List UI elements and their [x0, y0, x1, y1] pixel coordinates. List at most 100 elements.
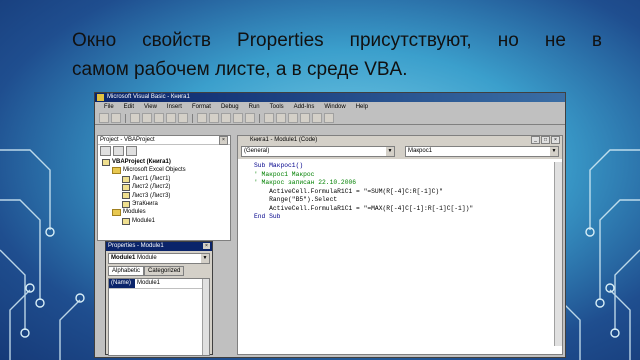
project-icon[interactable] — [276, 113, 286, 123]
excel-icon[interactable] — [99, 113, 109, 123]
tree-item[interactable]: Modules — [102, 208, 230, 217]
toolbox-icon[interactable] — [312, 113, 322, 123]
paste-icon[interactable] — [166, 113, 176, 123]
reset-icon[interactable] — [245, 113, 255, 123]
menu-item[interactable]: View — [139, 102, 162, 112]
cut-icon[interactable] — [142, 113, 152, 123]
properties-title-bar: Properties - Module1 × — [106, 242, 212, 251]
properties-object-type: Module — [137, 255, 157, 261]
design-icon[interactable] — [264, 113, 274, 123]
tree-item-label: Module1 — [132, 217, 156, 224]
properties-scrollbar[interactable] — [202, 279, 209, 355]
property-row[interactable]: (Name) Module1 — [109, 279, 209, 289]
project-title: Project - VBAProject — [100, 137, 155, 143]
toolbar-separator — [259, 113, 260, 123]
toggle-folders-icon[interactable] — [126, 146, 137, 156]
procedure-combo-value: Макрос1 — [408, 148, 433, 154]
toolbar-separator — [192, 113, 193, 123]
menu-item[interactable]: Insert — [162, 102, 187, 112]
properties-object-name: Module1 — [111, 255, 136, 261]
close-icon[interactable]: × — [219, 136, 228, 145]
menu-item[interactable]: Window — [319, 102, 350, 112]
chevron-down-icon[interactable]: ▼ — [386, 147, 394, 156]
menu-item[interactable]: File — [99, 102, 119, 112]
object-combo[interactable]: (General) ▼ — [241, 146, 395, 157]
code-line[interactable]: ' Макрос1 Макрос — [254, 171, 562, 180]
tree-item-label: Лист2 (Лист2) — [132, 184, 171, 191]
code-editor[interactable]: Sub Макрос1() ' Макрос1 Макрос ' Макрос за… — [238, 159, 562, 222]
close-icon[interactable]: × — [551, 136, 560, 144]
module-icon — [122, 175, 130, 183]
tree-item-label: Modules — [123, 209, 146, 216]
code-line[interactable]: ActiveCell.FormulaR1C1 = "=SUM(R[-4]C:R[… — [254, 188, 562, 197]
insert-module-icon[interactable] — [111, 113, 121, 123]
tab-alphabetic[interactable]: Alphabetic — [108, 266, 145, 276]
project-explorer: Project - VBAProject × VBAProject (Книга… — [97, 135, 231, 241]
object-combo-value: (General) — [244, 148, 270, 154]
redo-icon[interactable] — [209, 113, 219, 123]
code-line[interactable]: ' Макрос записан 22.10.2006 — [254, 179, 562, 188]
property-value[interactable]: Module1 — [135, 279, 160, 288]
folder-icon — [112, 167, 121, 175]
view-code-icon[interactable] — [100, 146, 111, 156]
chevron-down-icon[interactable]: ▼ — [550, 147, 558, 156]
tree-item[interactable]: ЭтаКнига — [102, 200, 230, 208]
module-icon — [102, 158, 110, 166]
slide-text-line1: Окно свойств Properties присутствуют, но… — [72, 30, 602, 51]
tree-item-label: ЭтаКнига — [132, 201, 158, 208]
undo-icon[interactable] — [197, 113, 207, 123]
properties-title: Properties - Module1 — [108, 243, 164, 249]
chevron-down-icon[interactable]: ▼ — [201, 254, 209, 263]
properties-object-select[interactable]: Module1 Module ▼ — [108, 253, 210, 264]
code-scrollbar[interactable] — [554, 162, 562, 346]
tree-item[interactable]: Лист1 (Лист1) — [102, 175, 230, 183]
vbe-title: Microsoft Visual Basic - Книга1 — [107, 94, 190, 100]
property-name: (Name) — [109, 279, 135, 288]
procedure-combo[interactable]: Макрос1 ▼ — [405, 146, 559, 157]
help-icon[interactable] — [324, 113, 334, 123]
code-line[interactable]: ActiveCell.FormulaR1C1 = "=MAX(R[-4]C[-1… — [254, 205, 562, 214]
maximize-icon[interactable]: □ — [541, 136, 550, 144]
copy-icon[interactable] — [154, 113, 164, 123]
menu-item[interactable]: Tools — [265, 102, 289, 112]
properties-tabs: Alphabetic Categorized — [108, 266, 210, 276]
pause-icon[interactable] — [233, 113, 243, 123]
properties-icon[interactable] — [288, 113, 298, 123]
tree-item-label: Лист1 (Лист1) — [132, 175, 171, 182]
project-tree: VBAProject (Книга1) Microsoft Excel Objec… — [98, 158, 230, 225]
code-title-bar: Книга1 - Module1 (Code) _ □ × — [238, 136, 562, 144]
tree-item[interactable]: Microsoft Excel Objects — [102, 166, 230, 175]
code-line[interactable]: Sub Макрос1() — [254, 162, 562, 171]
menu-item[interactable]: Format — [187, 102, 216, 112]
menubar: File Edit View Insert Format Debug Run Tools Add… — [95, 102, 565, 112]
menu-item[interactable]: Edit — [119, 102, 139, 112]
code-line[interactable]: Range("B5").Select — [254, 196, 562, 205]
menu-item[interactable]: Debug — [216, 102, 244, 112]
tree-item[interactable]: Лист2 (Лист2) — [102, 183, 230, 191]
run-icon[interactable] — [221, 113, 231, 123]
object-browser-icon[interactable] — [300, 113, 310, 123]
code-title: Книга1 - Module1 (Code) — [250, 137, 318, 143]
tree-item[interactable]: Лист3 (Лист3) — [102, 192, 230, 200]
project-toolbar — [98, 145, 230, 158]
close-icon[interactable]: × — [203, 243, 210, 249]
tree-item-label: VBAProject (Книга1) — [112, 159, 171, 165]
tree-item[interactable]: VBAProject (Книга1) — [102, 158, 230, 166]
tree-item[interactable]: Module1 — [102, 217, 230, 225]
menu-item[interactable]: Add-Ins — [289, 102, 320, 112]
find-icon[interactable] — [178, 113, 188, 123]
module-icon — [122, 200, 130, 208]
vbe-titlebar: Microsoft Visual Basic - Книга1 — [95, 93, 565, 102]
menu-item[interactable]: Run — [244, 102, 265, 112]
tab-categorized[interactable]: Categorized — [144, 266, 185, 276]
module-icon — [122, 192, 130, 200]
save-icon[interactable] — [130, 113, 140, 123]
menu-item[interactable]: Help — [351, 102, 373, 112]
minimize-icon[interactable]: _ — [531, 136, 540, 144]
vba-app-icon — [97, 94, 104, 101]
code-line[interactable]: End Sub — [254, 213, 562, 222]
view-object-icon[interactable] — [113, 146, 124, 156]
module-icon — [122, 217, 130, 225]
properties-window: Properties - Module1 × Module1 Module ▼ … — [105, 241, 213, 356]
tree-item-label: Microsoft Excel Objects — [123, 167, 186, 174]
